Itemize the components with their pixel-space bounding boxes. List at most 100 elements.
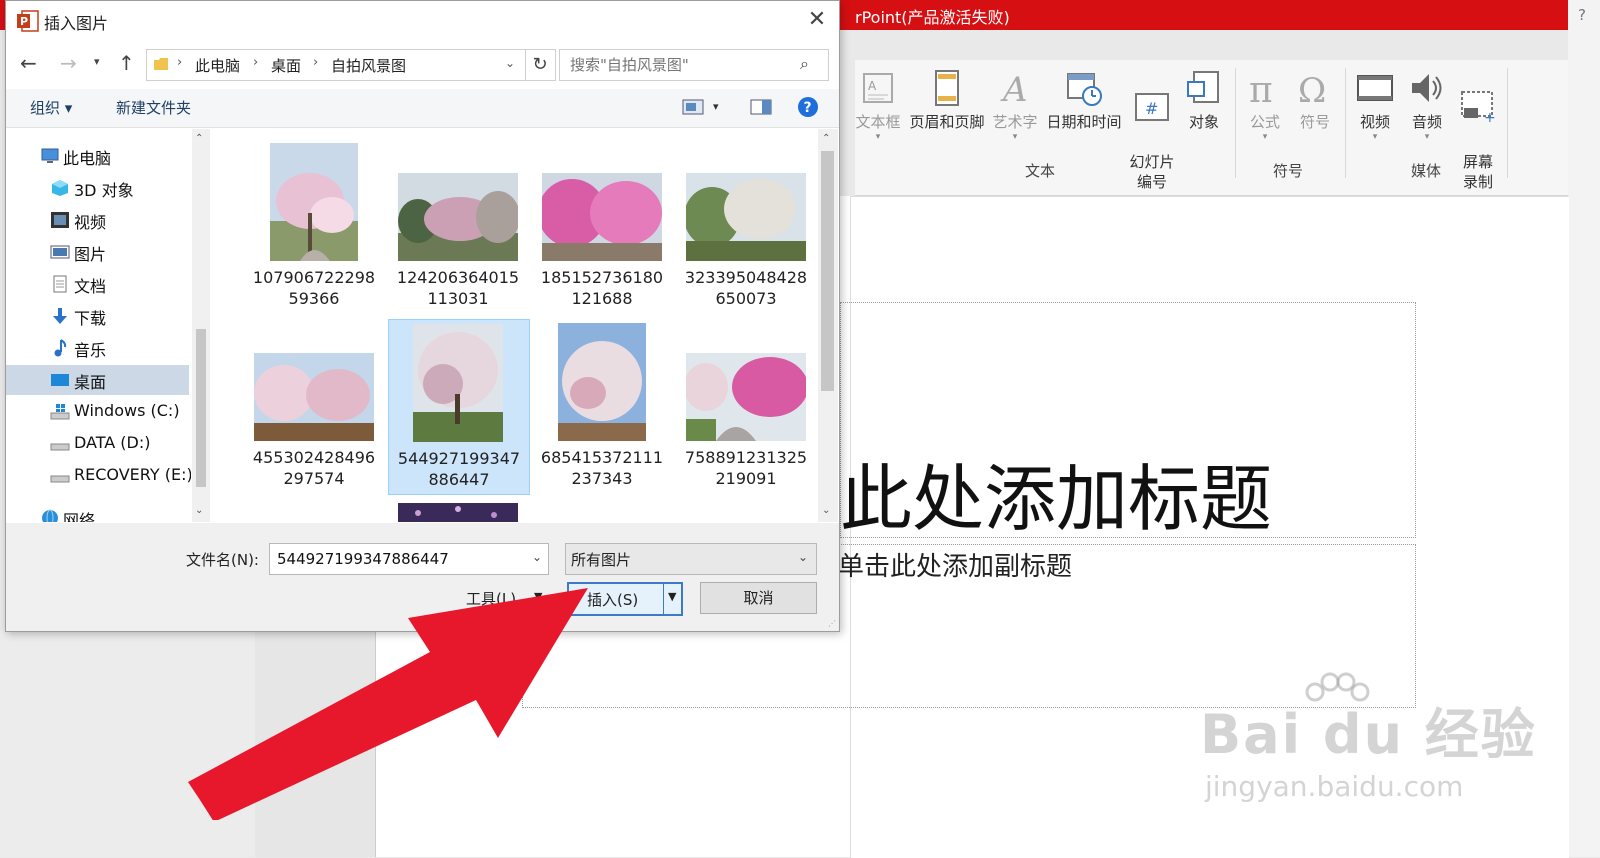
tree-item-recovery-e[interactable]: RECOVERY (E:) [6, 461, 191, 491]
screen-recording-button[interactable]: + 屏幕 录制 [1455, 68, 1501, 192]
scroll-up-icon[interactable]: ⌃ [822, 133, 830, 144]
music-icon [54, 339, 67, 357]
chevron-down-icon: ▾ [875, 132, 881, 142]
breadcrumb-current-folder[interactable]: 自拍风景图 [331, 55, 406, 76]
search-box[interactable]: ⌕ [559, 49, 829, 81]
scroll-down-icon[interactable]: ⌄ [822, 505, 830, 516]
file-item[interactable]: 323395048428 650073 [676, 139, 816, 313]
file-item[interactable]: 685415372111 237343 [532, 319, 672, 493]
resize-grip-icon[interactable]: ⋰ [828, 619, 838, 629]
file-item[interactable]: 758891231325 219091 [676, 319, 816, 493]
file-name-line2: 113031 [427, 289, 489, 308]
breadcrumb-separator-icon: › [253, 55, 259, 70]
tree-item-this-pc[interactable]: 此电脑 [6, 141, 189, 171]
tree-item-label: 桌面 [74, 373, 107, 392]
tree-item-label: 此电脑 [63, 149, 112, 168]
tree-item-pictures[interactable]: 图片 [6, 237, 189, 267]
object-label: 对象 [1188, 113, 1219, 131]
help-icon[interactable]: ? [797, 96, 819, 118]
document-icon [53, 275, 67, 293]
recent-locations-chevron-icon[interactable]: ▾ [94, 55, 100, 68]
file-name-line2: 59366 [288, 289, 340, 308]
equation-button[interactable]: π 公式 ▾ [1243, 68, 1287, 142]
new-folder-button[interactable]: 新建文件夹 [116, 97, 191, 118]
equation-label: 公式 [1249, 113, 1280, 131]
video-button[interactable]: 视频 ▾ [1353, 68, 1397, 142]
group-separator [1507, 68, 1508, 178]
up-arrow-icon[interactable]: ↑ [118, 51, 135, 75]
file-item[interactable]: 107906722298 59366 [244, 139, 384, 313]
file-name-line1: 544927199347 [397, 449, 521, 468]
view-options-icon[interactable] [682, 99, 704, 115]
textbox-label: 文本框 [855, 113, 901, 131]
screen-recording-label: 屏幕 录制 [1462, 153, 1493, 191]
media-group-label: 媒体 [1411, 162, 1442, 180]
split-divider [663, 584, 664, 614]
file-name-line1: 455302428496 [252, 448, 376, 467]
video-label: 视频 [1359, 113, 1390, 131]
svg-text:#: # [1145, 99, 1158, 118]
powerpoint-right-edge [1568, 0, 1600, 857]
network-icon [42, 509, 58, 522]
chevron-down-icon[interactable]: ⌄ [798, 550, 808, 564]
view-options-chevron-icon[interactable]: ▾ [713, 100, 719, 113]
close-icon[interactable]: ✕ [804, 7, 830, 33]
title-placeholder-text[interactable]: 此处添加标题 [840, 440, 1272, 545]
navigation-pane: 此电脑 3D 对象 视频 图片 文档 下载 音乐 桌面 Windows (C:)… [6, 129, 191, 522]
object-button[interactable]: 对象 [1181, 68, 1227, 132]
insert-picture-dialog: P 插入图片 ✕ ← → ▾ ↑ › 此电脑 › 桌面 › 自拍风景图 ⌄ ↻ … [5, 0, 840, 632]
cancel-button[interactable]: 取消 [700, 582, 817, 614]
image-thumbnail [270, 143, 358, 261]
slide-number-button[interactable]: # 幻灯片 编号 [1127, 68, 1177, 192]
computer-icon [41, 148, 59, 163]
tree-item-windows-c[interactable]: Windows (C:) [6, 397, 189, 427]
wordart-button[interactable]: A 艺术字 ▾ [991, 68, 1039, 142]
organize-button[interactable]: 组织 ▾ [30, 97, 72, 118]
powerpoint-window-title: rPoint(产品激活失败) [855, 8, 1010, 27]
scroll-up-icon[interactable]: ⌃ [195, 133, 203, 144]
header-footer-label: 页眉和页脚 [909, 113, 985, 131]
image-thumbnail [686, 173, 806, 261]
file-item[interactable]: 185152736180 121688 [532, 139, 672, 313]
tree-item-videos[interactable]: 视频 [6, 205, 189, 235]
file-name-line1: 107906722298 [252, 268, 376, 287]
chevron-down-icon[interactable]: ⌄ [505, 56, 515, 70]
tree-item-data-d[interactable]: DATA (D:) [6, 429, 189, 459]
help-icon[interactable]: ? [1578, 6, 1586, 24]
header-footer-button[interactable]: 页眉和页脚 [907, 68, 987, 132]
tree-item-desktop[interactable]: 桌面 [6, 365, 189, 395]
tree-item-music[interactable]: 音乐 [6, 333, 189, 363]
video-folder-icon [51, 212, 69, 228]
subtitle-placeholder-text[interactable]: 单击此处添加副标题 [838, 546, 1072, 583]
forward-arrow-icon[interactable]: → [60, 51, 77, 75]
pictures-folder-icon [50, 245, 70, 259]
breadcrumb-desktop[interactable]: 桌面 [271, 55, 301, 76]
date-time-button[interactable]: 日期和时间 [1043, 68, 1125, 132]
insert-options-caret-icon[interactable]: ▼ [668, 590, 676, 603]
address-bar[interactable]: › 此电脑 › 桌面 › 自拍风景图 ⌄ [146, 49, 526, 81]
file-name-line1: 124206364015 [396, 268, 520, 287]
textbox-button[interactable]: A 文本框 ▾ [855, 68, 901, 142]
tree-item-network[interactable]: 网络 [6, 503, 189, 522]
tree-item-3d-objects[interactable]: 3D 对象 [6, 173, 189, 203]
file-item[interactable]: 124206364015 113031 [388, 139, 528, 313]
tree-item-label: 视频 [74, 213, 107, 232]
refresh-icon[interactable]: ↻ [525, 49, 556, 81]
omega-icon: Ω [1298, 71, 1326, 108]
breadcrumb-this-pc[interactable]: 此电脑 [195, 55, 240, 76]
scroll-down-icon[interactable]: ⌄ [195, 505, 203, 516]
preview-pane-icon[interactable] [750, 99, 772, 115]
navigation-scrollbar-thumb[interactable] [196, 329, 206, 487]
symbol-button[interactable]: Ω 符号 [1293, 68, 1337, 132]
file-item-selected[interactable]: 544927199347 886447 [388, 319, 530, 495]
tree-item-documents[interactable]: 文档 [6, 269, 189, 299]
file-item[interactable]: 455302428496 297574 [244, 319, 384, 493]
search-input[interactable] [568, 55, 792, 75]
file-grid-scrollbar-thumb[interactable] [821, 151, 834, 391]
back-arrow-icon[interactable]: ← [20, 51, 37, 75]
download-icon [53, 308, 67, 324]
audio-button[interactable]: 音频 ▾ [1405, 68, 1449, 142]
tree-item-downloads[interactable]: 下载 [6, 301, 189, 331]
image-thumbnail [254, 353, 374, 441]
search-icon[interactable]: ⌕ [800, 54, 809, 74]
